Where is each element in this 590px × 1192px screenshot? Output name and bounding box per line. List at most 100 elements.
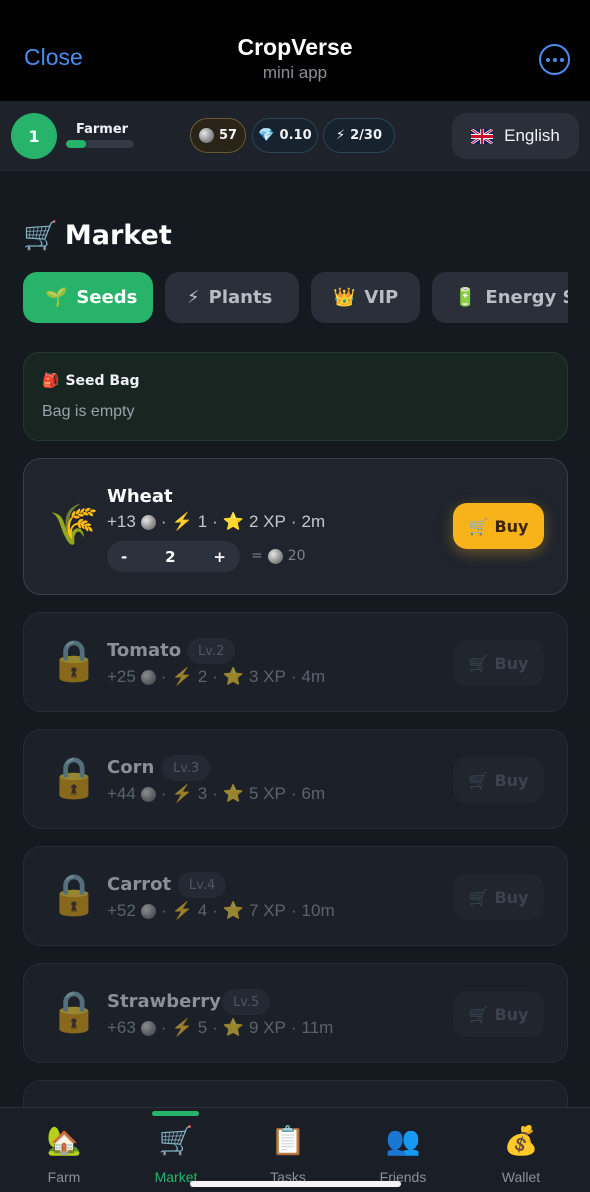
nav-market[interactable]: 🛒 Market — [117, 1108, 235, 1192]
total-value: 20 — [287, 548, 306, 564]
buy-label: Buy — [494, 1004, 529, 1024]
buy-label: Buy — [494, 887, 529, 907]
lightning-icon: ⚡ — [171, 784, 193, 803]
nav-label: Farm — [47, 1169, 81, 1185]
seed-bag-panel: 🎒 Seed Bag Bag is empty — [23, 352, 568, 441]
lock-icon: 🔒 — [49, 989, 99, 1035]
xp-progress-fill — [66, 140, 87, 148]
tab-vip[interactable]: 👑 VIP — [311, 272, 420, 323]
tab-label: VIP — [364, 287, 399, 308]
tab-energy-store[interactable]: 🔋 Energy St — [432, 272, 568, 323]
grow-time: 10m — [301, 901, 335, 920]
wheat-icon: 🌾 — [49, 502, 99, 548]
quantity-value: 2 — [165, 547, 176, 566]
crop-stats: +52 · ⚡ 4 · ⭐ 7 XP · 10m — [107, 901, 335, 920]
tab-plants[interactable]: ⚡ Plants — [165, 272, 299, 323]
lightning-icon: ⚡ — [171, 1018, 193, 1037]
seed-bag-heading: 🎒 Seed Bag — [42, 373, 140, 389]
page-title: Market — [64, 220, 172, 251]
energy-cost: 1 — [197, 512, 208, 531]
energy-balance[interactable]: ⚡ 2/30 — [323, 118, 395, 153]
tab-seeds[interactable]: 🌱 Seeds — [23, 272, 153, 323]
shopping-cart-icon: 🛒 — [468, 887, 489, 907]
crop-card-tomato: 🔒 Tomato Lv.2 +25 · ⚡ 2 · ⭐ 3 XP · 4m 🛒 Buy — [23, 612, 568, 712]
grow-time: 11m — [301, 1018, 334, 1037]
total-cost: = 20 — [251, 548, 306, 564]
level-requirement-badge: Lv.5 — [222, 989, 271, 1015]
uk-flag-icon — [471, 128, 494, 144]
nav-wallet[interactable]: 💰 Wallet — [462, 1108, 580, 1192]
player-status-bar: 1 Farmer 57 💎 0.10 ⚡ 2/30 English — [0, 101, 590, 171]
lock-icon: 🔒 — [49, 755, 99, 801]
crop-stats: +44 · ⚡ 3 · ⭐ 5 XP · 6m — [107, 784, 326, 803]
xp-reward: 5 XP — [249, 784, 286, 803]
coin-icon — [140, 669, 156, 685]
sprout-icon: 🌱 — [45, 287, 68, 308]
star-icon: ⭐ — [222, 667, 244, 686]
market-page: 🛒 Market 🌱 Seeds ⚡ Plants 👑 VIP 🔋 Energy… — [0, 171, 590, 1111]
tab-label: Energy St — [485, 287, 568, 308]
gems-balance[interactable]: 💎 0.10 — [252, 118, 318, 153]
decrease-button[interactable]: - — [121, 548, 127, 566]
crop-name: Strawberry — [107, 991, 221, 1012]
bottom-navigation: 🏡 Farm 🛒 Market 📋 Tasks 👥 Friends 💰 Wall… — [0, 1107, 590, 1192]
more-dots-icon[interactable] — [539, 44, 570, 75]
shopping-cart-icon: 🛒 — [468, 516, 489, 536]
crop-card-wheat: 🌾 Wheat +13 · ⚡ 1 · ⭐ 2 XP · 2m - 2 + = 20 🛒… — [23, 458, 568, 595]
language-label: English — [504, 126, 560, 145]
battery-icon: 🔋 — [454, 287, 477, 308]
shopping-cart-icon: 🛒 — [158, 1124, 194, 1157]
buy-label: Buy — [494, 516, 529, 536]
nav-farm[interactable]: 🏡 Farm — [5, 1108, 123, 1192]
grow-time: 2m — [301, 512, 326, 531]
crop-stats: +63 · ⚡ 5 · ⭐ 9 XP · 11m — [107, 1018, 334, 1037]
coins-balance[interactable]: 57 — [190, 118, 246, 153]
buy-button[interactable]: 🛒 Buy — [453, 640, 544, 686]
tab-label: Plants — [208, 287, 273, 308]
star-icon: ⭐ — [222, 1018, 244, 1037]
clipboard-icon: 📋 — [270, 1124, 306, 1157]
buy-button[interactable]: 🛒 Buy — [453, 874, 544, 920]
coin-icon — [198, 128, 214, 143]
energy-cost: 2 — [197, 667, 208, 686]
buy-button[interactable]: 🛒 Buy — [453, 991, 544, 1037]
crop-card-carrot: 🔒 Carrot Lv.4 +52 · ⚡ 4 · ⭐ 7 XP · 10m 🛒 Buy — [23, 846, 568, 946]
increase-button[interactable]: + — [213, 548, 226, 566]
xp-reward: 9 XP — [249, 1018, 286, 1037]
reward-coins: +13 — [107, 512, 136, 531]
level-badge[interactable]: 1 — [11, 113, 57, 159]
coins-value: 57 — [218, 128, 238, 143]
buy-button[interactable]: 🛒 Buy — [453, 503, 544, 549]
reward-coins: +52 — [107, 901, 136, 920]
backpack-icon: 🎒 — [42, 373, 60, 389]
energy-value: 2/30 — [350, 128, 383, 143]
tab-label: Seeds — [76, 287, 138, 308]
seed-bag-status: Bag is empty — [42, 403, 135, 420]
nav-tasks[interactable]: 📋 Tasks — [229, 1108, 347, 1192]
crop-card-strawberry: 🔒 Strawberry Lv.5 +63 · ⚡ 5 · ⭐ 9 XP · 11m 🛒… — [23, 963, 568, 1063]
buy-label: Buy — [494, 770, 529, 790]
energy-cost: 3 — [197, 784, 208, 803]
star-icon: ⭐ — [222, 901, 244, 920]
home-indicator — [190, 1181, 401, 1187]
lightning-icon: ⚡ — [171, 512, 193, 531]
nav-friends[interactable]: 👥 Friends — [344, 1108, 462, 1192]
reward-coins: +44 — [107, 784, 136, 803]
buy-button[interactable]: 🛒 Buy — [453, 757, 544, 803]
crop-name: Corn — [107, 757, 155, 778]
money-bag-icon: 💰 — [503, 1124, 539, 1157]
equals-sign: = — [251, 548, 263, 564]
seed-bag-title: Seed Bag — [65, 373, 140, 389]
shopping-cart-icon: 🛒 — [468, 1004, 489, 1024]
lock-icon: 🔒 — [49, 872, 99, 918]
language-selector[interactable]: English — [452, 113, 579, 159]
buy-label: Buy — [494, 653, 529, 673]
grow-time: 4m — [301, 667, 326, 686]
shopping-cart-icon: 🛒 — [468, 653, 489, 673]
telegram-header: Close CropVerse mini app — [0, 0, 590, 101]
market-heading: 🛒 Market — [23, 219, 172, 252]
reward-coins: +63 — [107, 1018, 136, 1037]
xp-reward: 3 XP — [249, 667, 286, 686]
level-requirement-badge: Lv.3 — [162, 755, 211, 781]
level-requirement-badge: Lv.4 — [178, 872, 227, 898]
